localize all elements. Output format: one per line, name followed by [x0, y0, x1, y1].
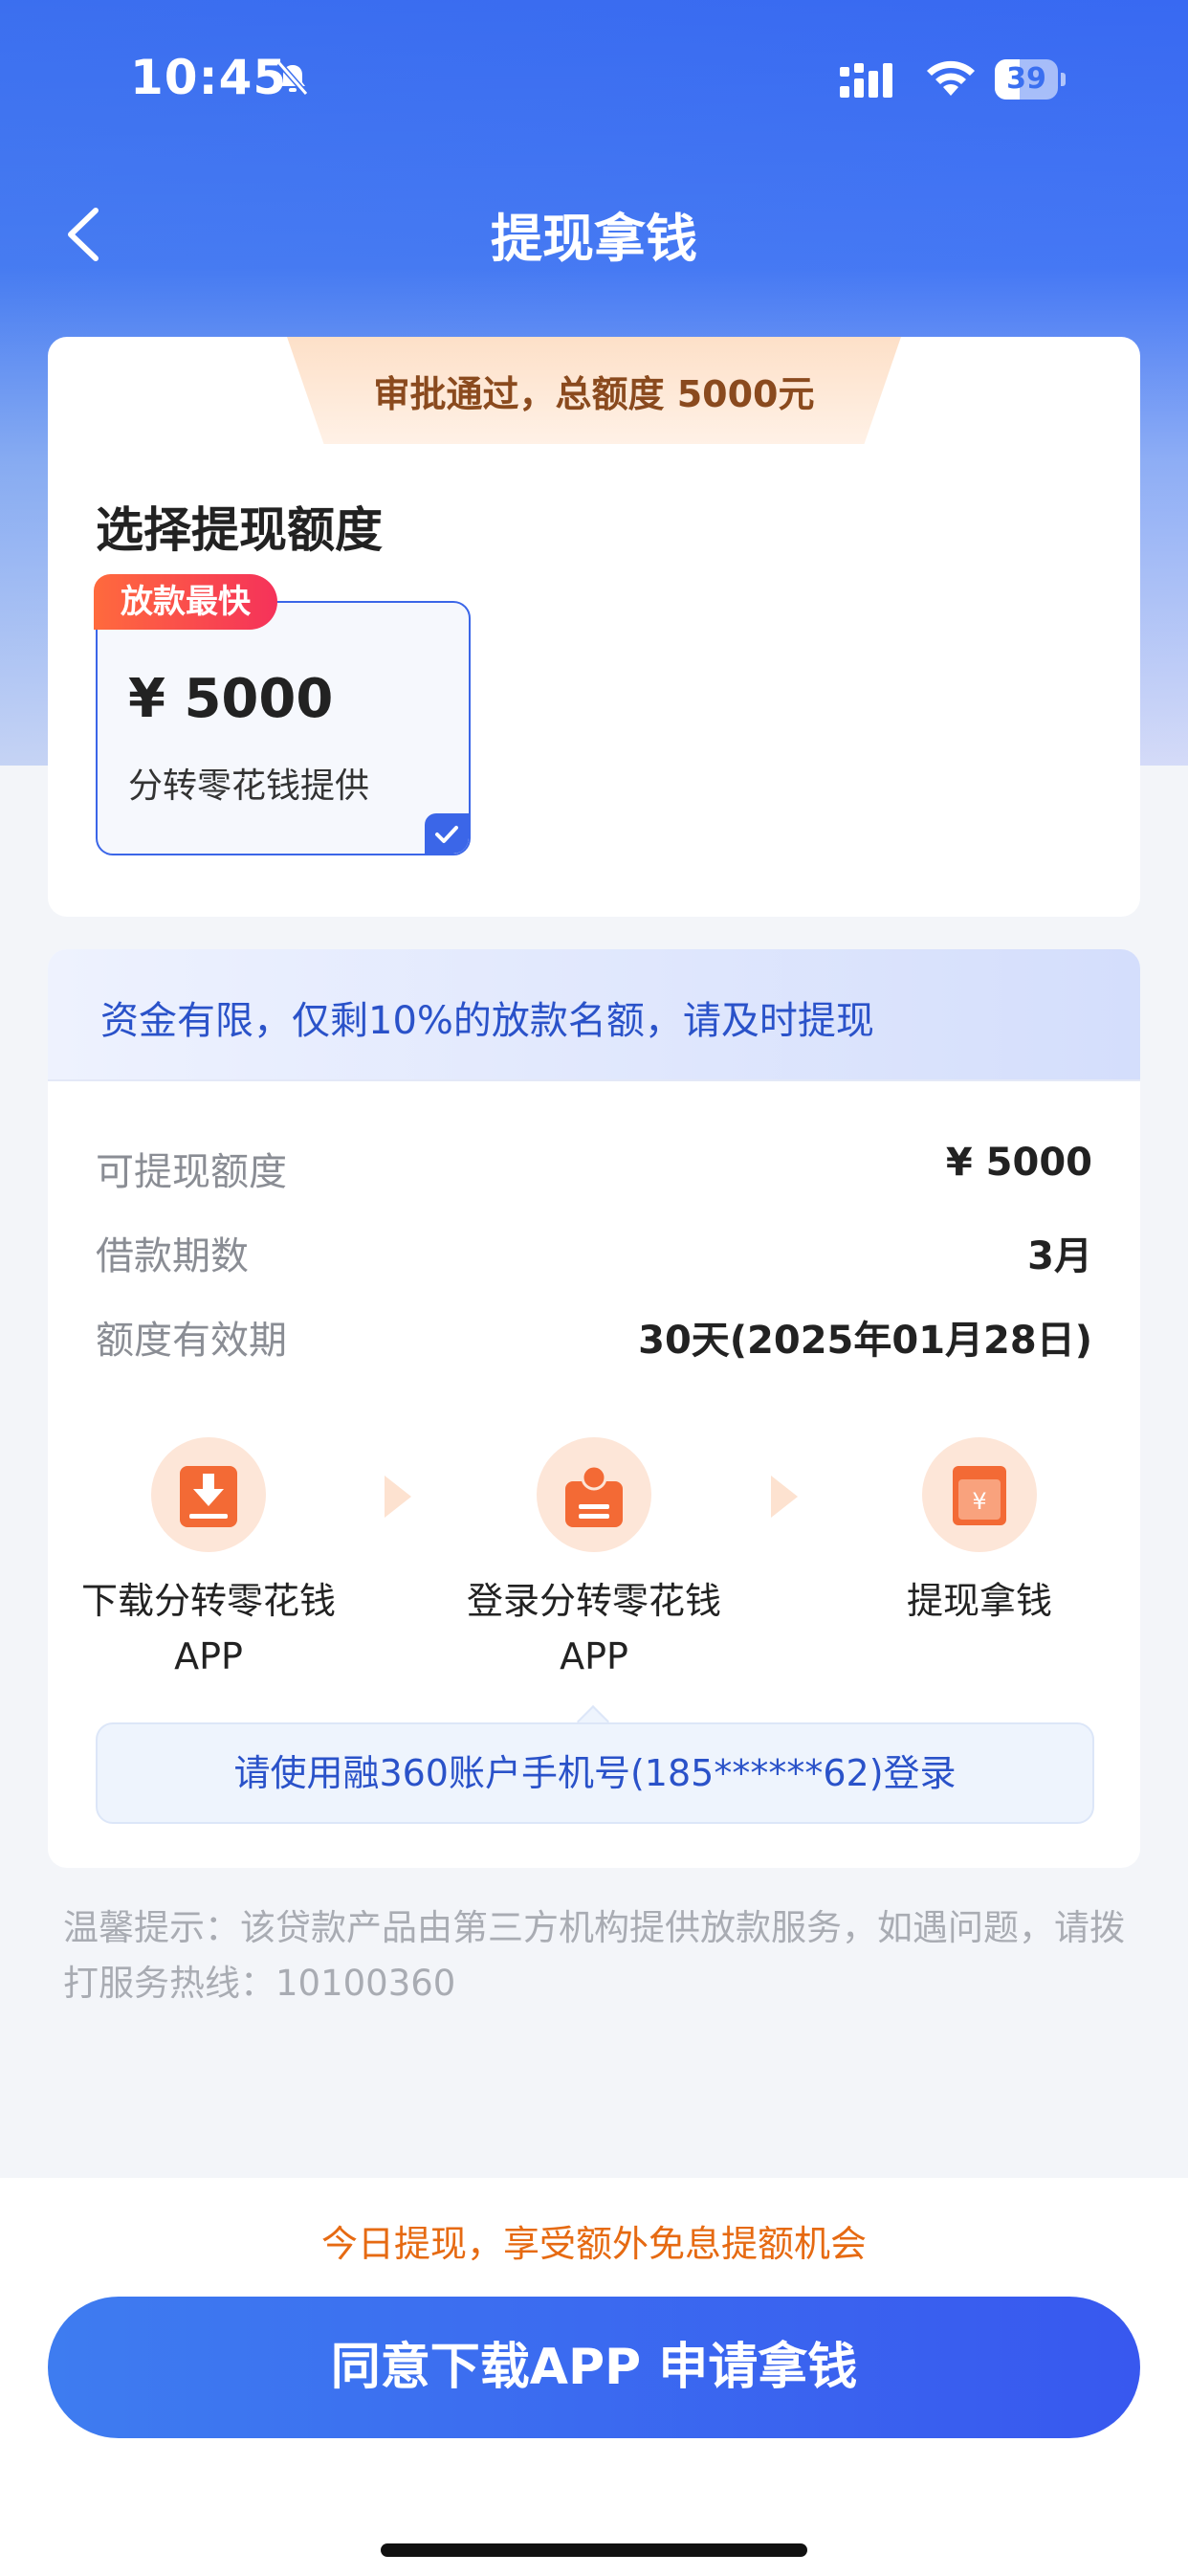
battery-indicator: 39 — [995, 59, 1067, 100]
step-download: 下载分转零花钱APP — [65, 1437, 352, 1684]
fastest-badge: 放款最快 — [94, 574, 277, 630]
wifi-icon — [927, 60, 975, 96]
quota-notice: 资金有限，仅剩10%的放款名额，请及时提现 — [48, 949, 1140, 1081]
detail-row-term: 借款期数 3月 — [96, 1234, 1092, 1278]
approval-banner: 审批通过，总额度 5000元 — [287, 337, 901, 444]
page-title: 提现拿钱 — [491, 209, 697, 269]
detail-row-available: 可提现额度 ¥ 5000 — [96, 1141, 1092, 1194]
agree-download-button[interactable]: 同意下载APP 申请拿钱 — [48, 2297, 1140, 2438]
warm-tip: 温馨提示：该贷款产品由第三方机构提供放款服务，如遇问题，请拨打服务热线：1010… — [63, 1907, 1125, 2004]
status-time: 10:45 — [130, 50, 288, 105]
login-user-icon — [537, 1437, 651, 1552]
status-bar: 10:45 39 — [0, 0, 1188, 163]
withdraw-info-card: 资金有限，仅剩10%的放款名额，请及时提现 可提现额度 ¥ 5000 借款期数 … — [48, 949, 1140, 1868]
home-indicator — [381, 2543, 807, 2557]
svg-text:¥: ¥ — [972, 1488, 986, 1515]
step-arrow-icon — [771, 1476, 798, 1518]
cash-icon: ¥ — [922, 1437, 1037, 1552]
step-arrow-icon — [385, 1476, 411, 1518]
download-icon — [151, 1437, 266, 1552]
cellular-signal-icon — [840, 63, 892, 98]
promo-text: 今日提现，享受额外免息提额机会 — [320, 2223, 867, 2265]
amount-selection-card: 审批通过，总额度 5000元 选择提现额度 ¥ 5000 分转零花钱提供 放款最… — [48, 337, 1140, 917]
amount-option-card[interactable]: ¥ 5000 分转零花钱提供 — [96, 601, 471, 855]
option-provider: 分转零花钱提供 — [128, 766, 370, 806]
checkmark-icon — [425, 813, 469, 854]
detail-row-validity: 额度有效期 30天(2025年01月28日) — [96, 1319, 1092, 1363]
step-login: 登录分转零花钱APP — [451, 1437, 737, 1684]
bottom-action-panel: 今日提现，享受额外免息提额机会 同意下载APP 申请拿钱 — [0, 2178, 1188, 2576]
bell-muted-icon — [276, 61, 309, 96]
option-amount: ¥ 5000 — [128, 668, 334, 730]
login-phone-tip: 请使用融360账户手机号(185******62)登录 — [96, 1722, 1094, 1824]
step-withdraw: ¥ 提现拿钱 — [836, 1437, 1123, 1629]
section-title: 选择提现额度 — [96, 502, 383, 558]
